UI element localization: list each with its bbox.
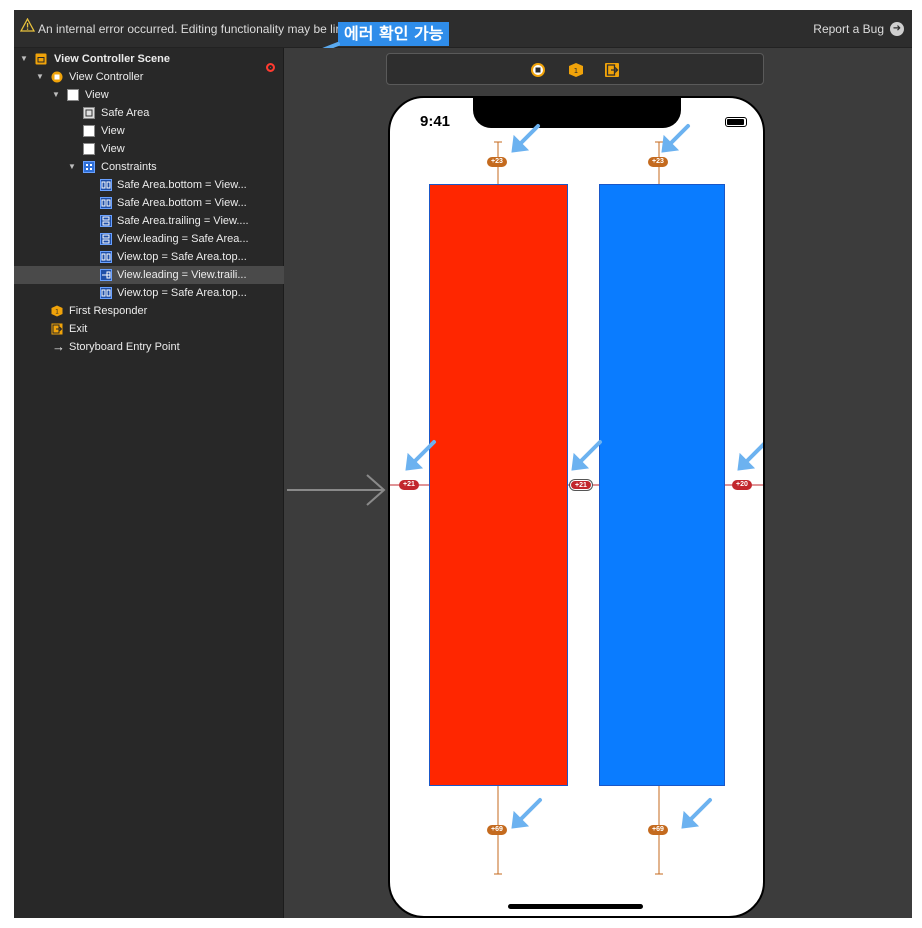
constraint-icon [100, 251, 112, 263]
view-icon [83, 143, 95, 155]
view-controller-icon [51, 71, 63, 83]
constraint-label: Safe Area.bottom = View... [117, 197, 247, 209]
annotation-arrows [405, 124, 763, 829]
outline-safe-area-label: Safe Area [101, 107, 150, 119]
arrow-right-circle-icon[interactable]: ➜ [890, 22, 904, 36]
warning-bar: An internal error occurred. Editing func… [14, 10, 912, 48]
constraint-item-selected[interactable]: View.leading = View.traili... [14, 266, 284, 284]
svg-text:1: 1 [574, 67, 578, 75]
outline-safe-area-row[interactable]: Safe Area [14, 104, 284, 122]
constraint-item[interactable]: View.leading = Safe Area... [14, 230, 284, 248]
report-bug-link[interactable]: Report a Bug [813, 22, 884, 36]
first-responder-icon[interactable]: 1 [568, 62, 584, 78]
document-outline: ▼ View Controller Scene ▼ View Controlle… [14, 48, 284, 918]
outline-view-controller-row[interactable]: ▼ View Controller [14, 68, 284, 86]
constraint-item[interactable]: Safe Area.trailing = View.... [14, 212, 284, 230]
first-responder-icon: 1 [51, 305, 63, 317]
disclosure-triangle-icon[interactable]: ▼ [36, 68, 46, 86]
outline-view-controller-label: View Controller [69, 71, 144, 83]
constraint-label: Safe Area.bottom = View... [117, 179, 247, 191]
outline-view-row[interactable]: ▼ View [14, 86, 284, 104]
disclosure-triangle-icon[interactable]: ▼ [68, 158, 78, 176]
annotation-callout: 에러 확인 가능 [338, 22, 450, 46]
constraint-icon [100, 269, 112, 281]
scene-icon [35, 53, 47, 65]
scene-dock: 1 [386, 53, 764, 85]
exit-icon [51, 323, 63, 335]
outline-exit-label: Exit [69, 323, 88, 335]
outline-constraints-row[interactable]: ▼ Constraints [14, 158, 284, 176]
view-controller-icon[interactable] [530, 62, 546, 78]
svg-text:1: 1 [55, 309, 59, 316]
constraint-icon [100, 197, 112, 209]
outline-subview-row[interactable]: View [14, 140, 284, 158]
iphone-device-frame: 9:41 +23 +23 +21 +21 +20 +69 +69 [388, 96, 765, 918]
exit-icon[interactable] [604, 62, 620, 78]
outline-scene-label: View Controller Scene [54, 53, 170, 65]
entry-point-arrow-icon[interactable] [287, 473, 387, 513]
warning-message: An internal error occurred. Editing func… [38, 22, 340, 36]
outline-first-responder-row[interactable]: 1 First Responder [14, 302, 284, 320]
outline-exit-row[interactable]: Exit [14, 320, 284, 338]
constraint-label: View.top = Safe Area.top... [117, 287, 247, 299]
outline-entry-point-label: Storyboard Entry Point [69, 341, 180, 353]
storyboard-canvas[interactable]: 1 9:41 +23 +23 +21 +21 +20 +69 +69 [285, 48, 912, 918]
constraints-group-icon [83, 161, 95, 173]
constraint-label: View.leading = Safe Area... [117, 233, 249, 245]
constraint-label: View.top = Safe Area.top... [117, 251, 247, 263]
outline-subview-label: View [101, 125, 125, 137]
constraint-item[interactable]: Safe Area.bottom = View... [14, 176, 284, 194]
outline-subview-row[interactable]: View [14, 122, 284, 140]
outline-first-responder-label: First Responder [69, 305, 148, 317]
xcode-window: An internal error occurred. Editing func… [14, 10, 912, 918]
view-icon [83, 125, 95, 137]
disclosure-triangle-icon[interactable]: ▼ [52, 86, 62, 104]
outline-entry-point-row[interactable]: → Storyboard Entry Point [14, 338, 284, 356]
outline-constraints-label: Constraints [101, 161, 157, 173]
disclosure-triangle-icon[interactable]: ▼ [20, 50, 30, 68]
arrow-right-icon: → [52, 339, 65, 354]
outline-subview-label: View [101, 143, 125, 155]
constraint-icon [100, 215, 112, 227]
constraint-label: View.leading = View.traili... [117, 269, 247, 281]
home-indicator [508, 904, 643, 909]
constraint-item[interactable]: View.top = Safe Area.top... [14, 248, 284, 266]
constraint-item[interactable]: Safe Area.bottom = View... [14, 194, 284, 212]
constraint-icon [100, 233, 112, 245]
outline-view-label: View [85, 89, 109, 101]
warning-icon [20, 18, 35, 32]
outline-scene-row[interactable]: ▼ View Controller Scene [14, 50, 284, 72]
constraint-icon [100, 287, 112, 299]
constraint-icon [100, 179, 112, 191]
safe-area-icon [83, 107, 95, 119]
constraint-item[interactable]: View.top = Safe Area.top... [14, 284, 284, 302]
constraint-label: Safe Area.trailing = View.... [117, 215, 249, 227]
view-icon [67, 89, 79, 101]
